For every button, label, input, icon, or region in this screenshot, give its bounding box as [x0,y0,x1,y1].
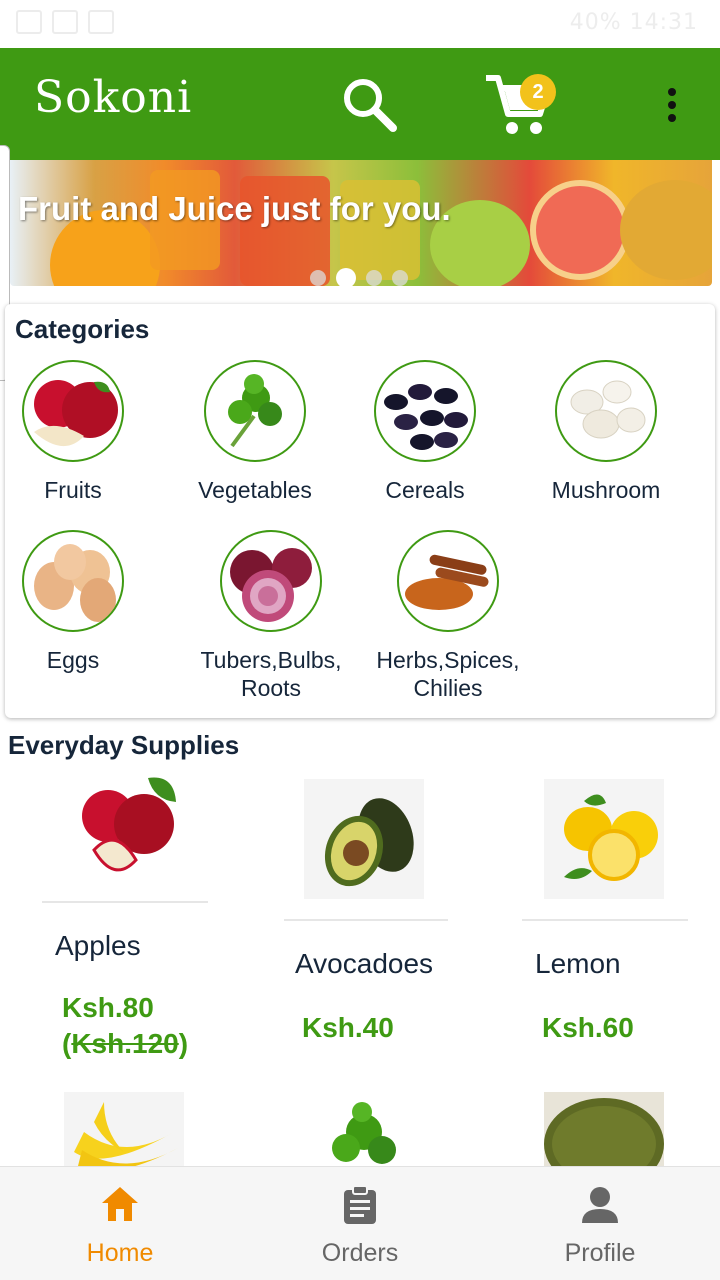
dot [668,114,676,122]
green-grams-image [544,1092,664,1190]
app-notification-icon [88,10,114,34]
nav-label: Orders [321,1239,399,1267]
lemon-image [544,779,664,899]
nav-orders[interactable]: Orders [240,1167,480,1280]
apple-icon [22,360,124,462]
category-cereals[interactable]: Cereals [335,360,515,504]
nav-profile[interactable]: Profile [480,1167,720,1280]
banner-headline: Fruit and Juice just for you. [18,190,451,227]
dot [668,101,676,109]
banana-image [64,1092,184,1172]
category-label: Mushroom [551,477,661,503]
parsley-icon [204,360,306,462]
product-card-coriander[interactable] [304,1092,504,1172]
product-price: Ksh.40 [302,1012,394,1043]
promo-banner[interactable]: Fruit and Juice just for you. [10,160,712,286]
product-price: Ksh.80 [62,992,154,1023]
category-label: Herbs,Spices, Chilies [358,646,538,702]
label-line: Herbs,Spices, [376,647,520,673]
old-price-value: Ksh.120 [71,1028,179,1059]
label-line: Roots [240,675,302,701]
clipboard-icon [344,1185,376,1224]
divider [42,901,208,903]
eggs-icon [22,530,124,632]
cart-count-badge: 2 [520,74,556,110]
nav-label: Profile [564,1239,636,1267]
divider [522,919,688,921]
category-vegetables[interactable]: Vegetables [165,360,345,504]
divider [284,919,448,921]
category-fruits[interactable]: Fruits [0,360,163,504]
category-label: Vegetables [198,477,312,503]
grapefruit-image [530,180,630,280]
category-mushroom[interactable]: Mushroom [516,360,696,504]
product-card-avocadoes[interactable]: Avocadoes Ksh.40 [282,778,482,1048]
product-card-green-grams[interactable] [544,1092,720,1190]
nav-label: Home [86,1239,154,1267]
status-text: 40% 14:31 [569,10,698,35]
apples-image [64,764,184,884]
mushroom-icon [555,360,657,462]
product-card-bananas[interactable] [64,1092,264,1172]
search-button[interactable] [338,74,400,136]
more-options-button[interactable] [656,84,688,126]
product-card-lemon[interactable]: Lemon Ksh.60 [522,778,720,1048]
label-line: Tubers,Bulbs, [200,647,342,673]
category-label: Cereals [385,477,465,503]
category-herbs-spices-chilies[interactable]: Herbs,Spices, Chilies [358,530,538,702]
dot [668,88,676,96]
product-name: Lemon [535,948,621,979]
carousel-dot-active[interactable] [336,268,356,286]
home-icon [102,1187,138,1221]
notification-icons [16,10,114,34]
app-title: Sokoni [34,72,193,123]
notification-icon [16,10,42,34]
product-price: Ksh.60 [542,1012,634,1043]
onion-icon [220,530,322,632]
app-bar: Sokoni 2 [0,48,720,160]
category-label: Eggs [46,647,100,673]
categories-title: Categories [15,314,150,344]
product-card-apples[interactable]: Apples Ksh.80 (Ksh.120) [40,760,240,1070]
gallery-icon [52,10,78,34]
carousel-dot[interactable] [366,270,382,286]
product-old-price: (Ksh.120) [62,1028,189,1059]
cinnamon-icon [397,530,499,632]
carousel-indicator [310,268,408,286]
person-icon [582,1187,618,1223]
categories-card: Categories Fruits Vegetables Cereals Mus… [5,304,715,718]
avocado-image [304,779,424,899]
beans-icon [374,360,476,462]
mango-image [620,180,712,280]
status-bar: 40% 14:31 [0,0,720,48]
carousel-dot[interactable] [392,270,408,286]
coriander-image [304,1092,424,1172]
nav-home[interactable]: Home [0,1167,240,1280]
product-name: Apples [55,930,141,961]
category-tubers-bulbs-roots[interactable]: Tubers,Bulbs, Roots [181,530,361,702]
category-eggs[interactable]: Eggs [0,530,163,674]
product-name: Avocadoes [295,948,434,979]
bottom-navigation: Home Orders Profile [0,1166,720,1280]
category-label: Fruits [44,477,102,503]
label-line: Chilies [413,675,483,701]
carousel-dot[interactable] [310,270,326,286]
search-icon [344,79,397,132]
everyday-supplies-title: Everyday Supplies [8,730,240,760]
category-label: Tubers,Bulbs, Roots [181,646,361,702]
